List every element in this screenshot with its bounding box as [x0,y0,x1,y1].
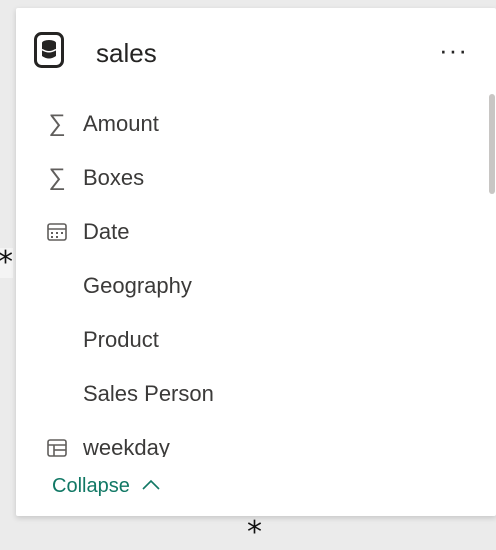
collapse-button[interactable]: Collapse [52,474,161,498]
field-list[interactable]: ∑ Amount ∑ Boxes Date Geography Product … [16,104,496,457]
field-date[interactable]: Date [16,212,486,252]
calendar-icon [46,221,68,243]
sigma-icon: ∑ [48,110,66,137]
field-geography[interactable]: Geography [16,266,486,306]
resize-handle-bottom[interactable]: * [247,518,262,548]
resize-handle-left[interactable]: * [0,248,13,278]
hierarchy-table-icon [46,437,68,457]
field-weekday[interactable]: weekday [16,428,486,457]
chevron-up-icon [141,473,161,497]
database-icon [34,32,64,68]
field-label: Amount [83,111,159,136]
field-label: Geography [83,273,192,298]
collapse-label: Collapse [52,475,130,497]
more-options-button[interactable]: ··· [439,37,468,63]
field-sales-person[interactable]: Sales Person [16,374,486,414]
field-label: weekday [83,435,170,457]
sigma-icon: ∑ [48,164,66,191]
field-label: Date [83,219,130,244]
field-list-scrollbar[interactable] [489,94,495,194]
table-card-header: sales ··· [16,8,496,96]
table-title: sales [96,38,157,68]
field-label: Product [83,327,159,352]
field-product[interactable]: Product [16,320,486,360]
table-card[interactable]: sales ··· ∑ Amount ∑ Boxes Date Geograph… [16,8,496,516]
field-label: Sales Person [83,381,214,406]
field-label: Boxes [83,165,145,190]
field-boxes[interactable]: ∑ Boxes [16,158,486,198]
field-amount[interactable]: ∑ Amount [16,104,486,144]
